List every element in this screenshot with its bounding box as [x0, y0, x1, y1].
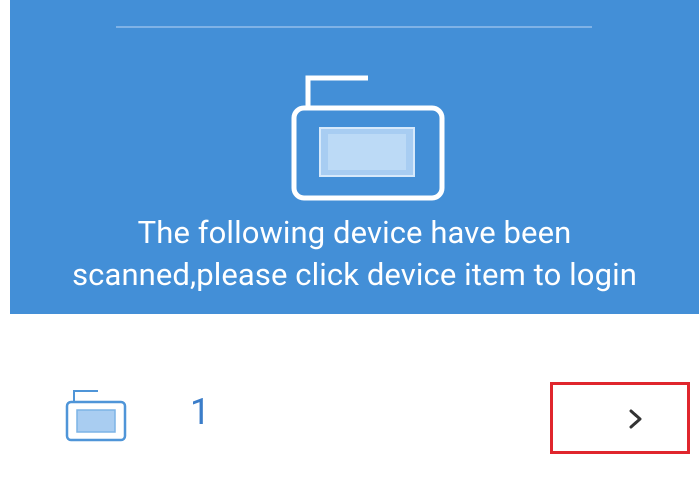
header-divider: [116, 26, 592, 28]
scan-result-message-line2: scanned,please click device item to logi…: [72, 256, 637, 293]
scan-result-message: The following device have been scanned,p…: [10, 212, 699, 296]
device-icon: [291, 75, 445, 201]
device-name: 1: [190, 391, 211, 433]
device-list-item[interactable]: 1: [10, 314, 699, 481]
scan-result-message-line1: The following device have been: [137, 214, 572, 251]
device-icon: [65, 390, 127, 442]
window-left-edge: [0, 0, 10, 481]
device-login-button[interactable]: [550, 382, 690, 454]
chevron-right-icon: [629, 409, 642, 429]
